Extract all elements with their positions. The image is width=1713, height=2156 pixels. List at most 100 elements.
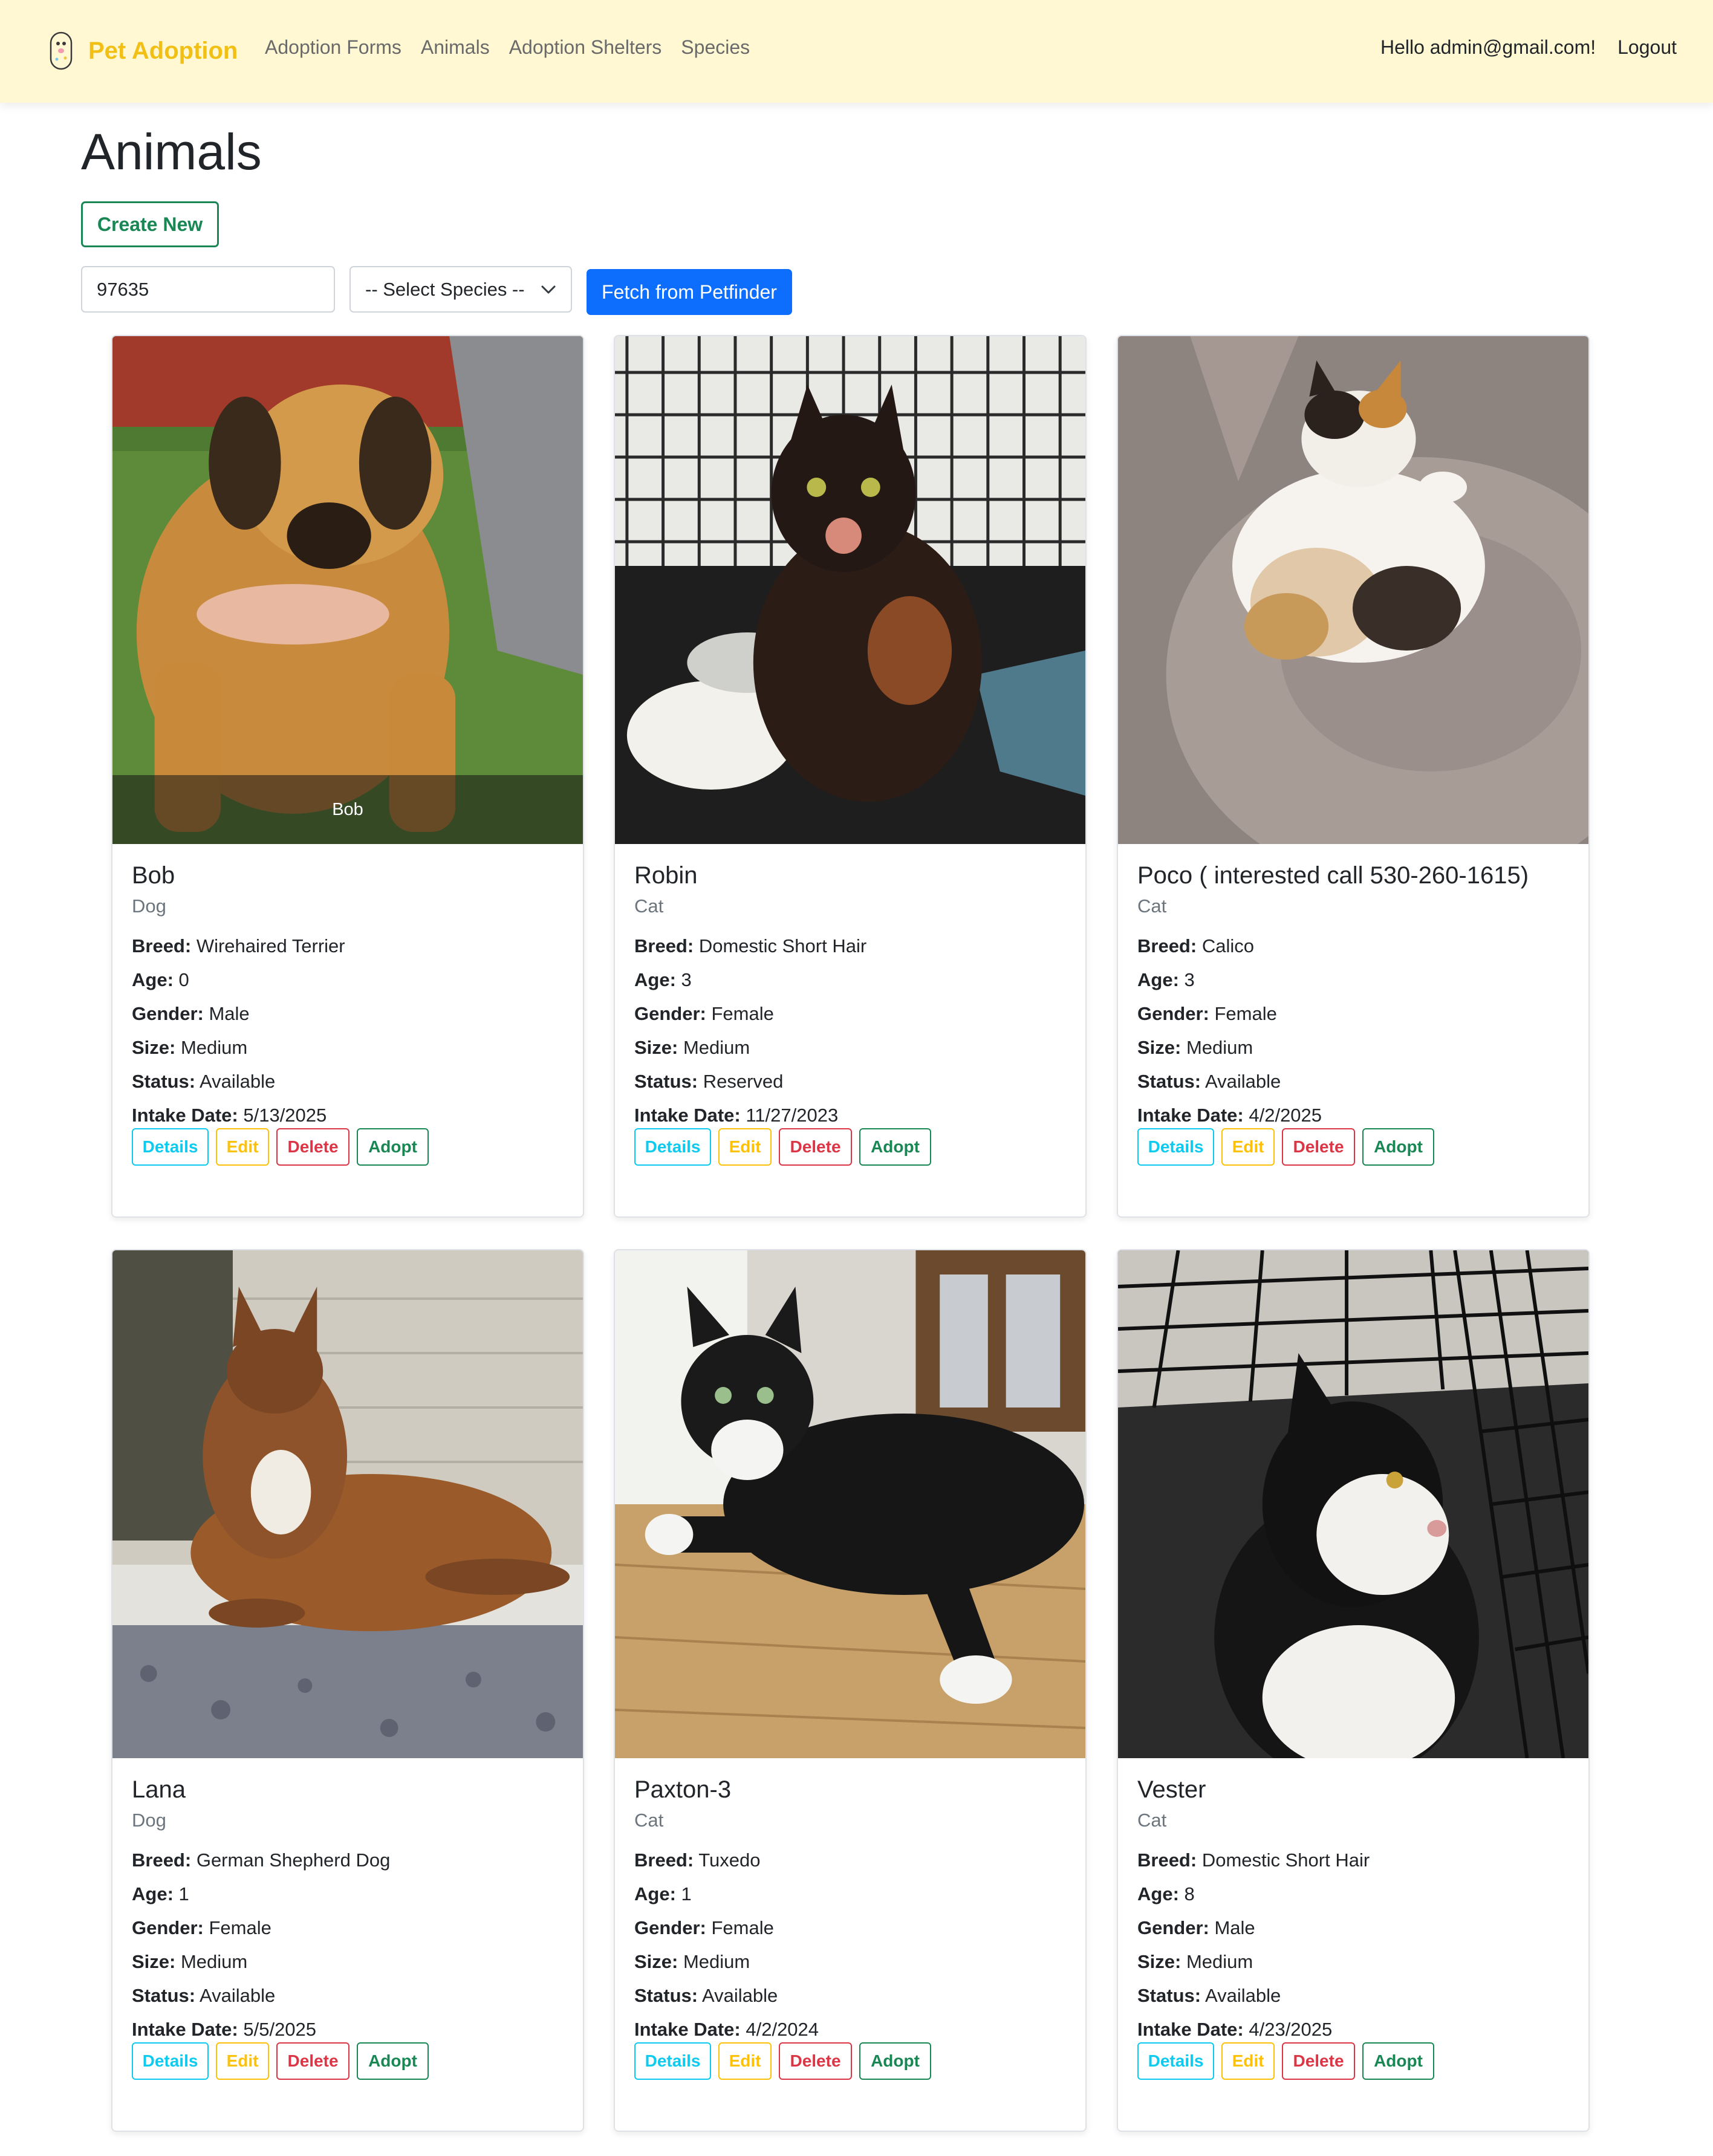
gender-value: Female xyxy=(1214,1003,1277,1025)
delete-button[interactable]: Delete xyxy=(779,1128,852,1166)
breed-field: Breed: Calico xyxy=(1137,929,1569,963)
intake-date-field: Intake Date: 5/13/2025 xyxy=(132,1099,564,1132)
age-value: 3 xyxy=(1184,969,1195,991)
photo-caption: Bob xyxy=(112,775,583,844)
breed-value: Domestic Short Hair xyxy=(698,935,867,957)
intake-date-label: Intake Date: xyxy=(634,1105,741,1126)
details-button[interactable]: Details xyxy=(634,2042,711,2080)
delete-button[interactable]: Delete xyxy=(276,2042,349,2080)
gender-label: Gender: xyxy=(1137,1917,1209,1939)
gender-field: Gender: Female xyxy=(1137,997,1569,1031)
delete-button[interactable]: Delete xyxy=(1282,1128,1355,1166)
intake-date-field: Intake Date: 4/2/2025 xyxy=(1137,1099,1569,1132)
animal-name: Poco ( interested call 530-260-1615) xyxy=(1137,862,1529,889)
size-field: Size: Medium xyxy=(1137,1945,1569,1979)
edit-button[interactable]: Edit xyxy=(216,2042,269,2080)
card-actions: Details Edit Delete Adopt xyxy=(634,1128,931,1166)
animal-card: Robin Cat Breed: Domestic Short Hair Age… xyxy=(614,335,1087,1218)
details-button[interactable]: Details xyxy=(1137,2042,1214,2080)
black-white-cat-photo xyxy=(1118,1250,1588,1758)
animal-card: Vester Cat Breed: Domestic Short Hair Ag… xyxy=(1117,1249,1590,2132)
age-field: Age: 3 xyxy=(1137,963,1569,997)
adopt-button[interactable]: Adopt xyxy=(859,2042,931,2080)
edit-button[interactable]: Edit xyxy=(1221,1128,1275,1166)
size-field: Size: Medium xyxy=(132,1031,564,1065)
breed-value: Wirehaired Terrier xyxy=(196,935,345,957)
animal-name: Vester xyxy=(1137,1776,1206,1803)
breed-value: Tuxedo xyxy=(698,1849,761,1871)
size-value: Medium xyxy=(683,1951,750,1973)
animal-name: Lana xyxy=(132,1776,186,1803)
status-label: Status: xyxy=(132,1985,196,2007)
edit-button[interactable]: Edit xyxy=(718,2042,772,2080)
card-body: Bob Dog Breed: Wirehaired Terrier Age: 0… xyxy=(132,861,564,1132)
intake-date-field: Intake Date: 5/5/2025 xyxy=(132,2013,564,2047)
intake-date-value: 11/27/2023 xyxy=(746,1105,839,1126)
intake-date-label: Intake Date: xyxy=(132,1105,238,1126)
status-value: Reserved xyxy=(703,1071,784,1093)
adopt-button[interactable]: Adopt xyxy=(1362,1128,1434,1166)
gender-value: Male xyxy=(209,1003,250,1025)
animal-grid: Bob Bob Dog Breed: Wirehaired Terrier Ag… xyxy=(0,0,1713,2156)
delete-button[interactable]: Delete xyxy=(276,1128,349,1166)
intake-date-label: Intake Date: xyxy=(1137,2019,1244,2041)
card-body: Poco ( interested call 530-260-1615) Cat… xyxy=(1137,861,1569,1132)
animal-name: Robin xyxy=(634,862,698,889)
gender-value: Female xyxy=(711,1917,774,1939)
gender-field: Gender: Female xyxy=(634,997,1066,1031)
delete-button[interactable]: Delete xyxy=(779,2042,852,2080)
gender-field: Gender: Male xyxy=(132,997,564,1031)
status-label: Status: xyxy=(1137,1071,1201,1093)
gender-value: Male xyxy=(1214,1917,1255,1939)
edit-button[interactable]: Edit xyxy=(216,1128,269,1166)
status-field: Status: Available xyxy=(132,1065,564,1099)
size-field: Size: Medium xyxy=(634,1031,1066,1065)
intake-date-field: Intake Date: 4/23/2025 xyxy=(1137,2013,1569,2047)
breed-label: Breed: xyxy=(132,935,192,957)
age-label: Age: xyxy=(634,969,676,991)
breed-value: Domestic Short Hair xyxy=(1201,1849,1370,1871)
breed-label: Breed: xyxy=(634,935,694,957)
adopt-button[interactable]: Adopt xyxy=(357,1128,429,1166)
details-button[interactable]: Details xyxy=(1137,1128,1214,1166)
age-label: Age: xyxy=(1137,969,1179,991)
details-button[interactable]: Details xyxy=(132,2042,209,2080)
gender-label: Gender: xyxy=(634,1003,706,1025)
adopt-button[interactable]: Adopt xyxy=(859,1128,931,1166)
intake-date-label: Intake Date: xyxy=(634,2019,741,2041)
age-value: 1 xyxy=(681,1883,692,1905)
status-field: Status: Available xyxy=(132,1979,564,2013)
gender-label: Gender: xyxy=(132,1917,204,1939)
details-button[interactable]: Details xyxy=(634,1128,711,1166)
breed-label: Breed: xyxy=(1137,1849,1197,1871)
gender-label: Gender: xyxy=(1137,1003,1209,1025)
card-body: Lana Dog Breed: German Shepherd Dog Age:… xyxy=(132,1775,564,2047)
status-label: Status: xyxy=(634,1985,698,2007)
animal-species: Cat xyxy=(1137,895,1167,917)
age-field: Age: 1 xyxy=(132,1877,564,1911)
status-value: Available xyxy=(1204,1985,1281,2007)
animal-species: Dog xyxy=(132,1810,166,1831)
adopt-button[interactable]: Adopt xyxy=(357,2042,429,2080)
animal-card: Lana Dog Breed: German Shepherd Dog Age:… xyxy=(111,1249,584,2132)
gender-value: Female xyxy=(711,1003,774,1025)
animal-name: Bob xyxy=(132,862,175,889)
status-value: Available xyxy=(1204,1071,1281,1093)
edit-button[interactable]: Edit xyxy=(1221,2042,1275,2080)
breed-label: Breed: xyxy=(1137,935,1197,957)
intake-date-value: 4/23/2025 xyxy=(1249,2019,1333,2041)
age-value: 8 xyxy=(1184,1883,1195,1905)
intake-date-label: Intake Date: xyxy=(132,2019,238,2041)
animal-species: Cat xyxy=(634,895,664,917)
tuxedo-cat-photo xyxy=(615,1250,1085,1758)
delete-button[interactable]: Delete xyxy=(1282,2042,1355,2080)
details-button[interactable]: Details xyxy=(132,1128,209,1166)
size-field: Size: Medium xyxy=(634,1945,1066,1979)
adopt-button[interactable]: Adopt xyxy=(1362,2042,1434,2080)
intake-date-label: Intake Date: xyxy=(1137,1105,1244,1126)
gender-field: Gender: Female xyxy=(132,1911,564,1945)
edit-button[interactable]: Edit xyxy=(718,1128,772,1166)
intake-date-value: 4/2/2025 xyxy=(1249,1105,1322,1126)
breed-value: Calico xyxy=(1201,935,1254,957)
animal-name: Paxton-3 xyxy=(634,1776,732,1803)
